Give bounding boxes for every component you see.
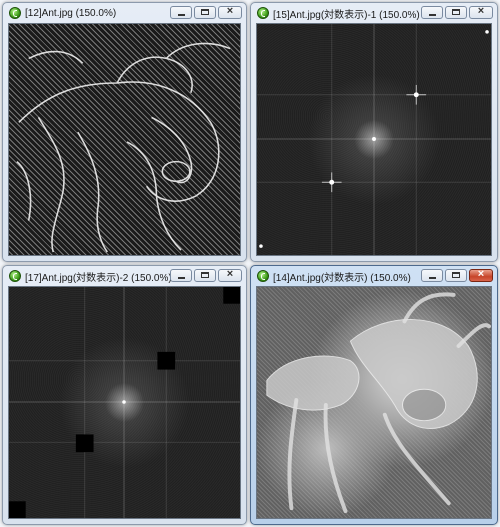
ant-edge-image [16,42,231,253]
maximize-button[interactable] [194,269,216,282]
maximize-button[interactable] [194,6,216,19]
window-titlebar[interactable]: [12]Ant.jpg (150.0%) × [3,3,246,23]
maximize-icon [452,9,460,15]
image-canvas[interactable] [256,286,492,519]
minimize-icon [178,277,185,279]
window-title: [12]Ant.jpg (150.0%) [25,7,117,19]
minimize-icon [429,14,436,16]
image-window-15[interactable]: [15]Ant.jpg(対数表示)-1 (150.0%) × [250,2,498,262]
app-icon [9,270,21,282]
app-icon [257,270,269,282]
window-title: [14]Ant.jpg(対数表示) (150.0%) [273,272,411,284]
image-window-17[interactable]: [17]Ant.jpg(対数表示)-2 (150.0%) × [2,265,247,525]
window-title: [17]Ant.jpg(対数表示)-2 (150.0%) [25,272,172,284]
close-button[interactable]: × [218,5,242,19]
maximize-icon [201,9,209,15]
close-button[interactable]: × [218,268,242,282]
image-window-14[interactable]: [14]Ant.jpg(対数表示) (150.0%) × [250,265,498,525]
close-icon: × [226,5,234,17]
image-canvas[interactable] [8,23,241,256]
filtered-spectrum-image [9,287,240,518]
window-titlebar[interactable]: [15]Ant.jpg(対数表示)-1 (150.0%) × [251,3,497,23]
image-canvas[interactable] [256,23,492,256]
maximize-button[interactable] [445,269,467,282]
minimize-icon [429,277,436,279]
minimize-button[interactable] [170,269,192,282]
app-icon [9,7,21,19]
close-icon: × [477,268,485,280]
close-button[interactable]: × [469,268,493,282]
maximize-button[interactable] [445,6,467,19]
ant-photo-image [266,292,491,514]
close-icon: × [477,5,485,17]
maximize-icon [201,272,209,278]
minimize-button[interactable] [421,6,443,19]
close-icon: × [226,268,234,280]
window-titlebar[interactable]: [14]Ant.jpg(対数表示) (150.0%) × [251,266,497,286]
app-icon [257,7,269,19]
window-titlebar[interactable]: [17]Ant.jpg(対数表示)-2 (150.0%) × [3,266,246,286]
minimize-button[interactable] [421,269,443,282]
minimize-button[interactable] [170,6,192,19]
window-title: [15]Ant.jpg(対数表示)-1 (150.0%) [273,9,420,21]
image-window-12[interactable]: [12]Ant.jpg (150.0%) × [2,2,247,262]
close-button[interactable]: × [469,5,493,19]
spectrum-image [257,24,491,255]
minimize-icon [178,14,185,16]
image-canvas[interactable] [8,286,241,519]
maximize-icon [452,272,460,278]
